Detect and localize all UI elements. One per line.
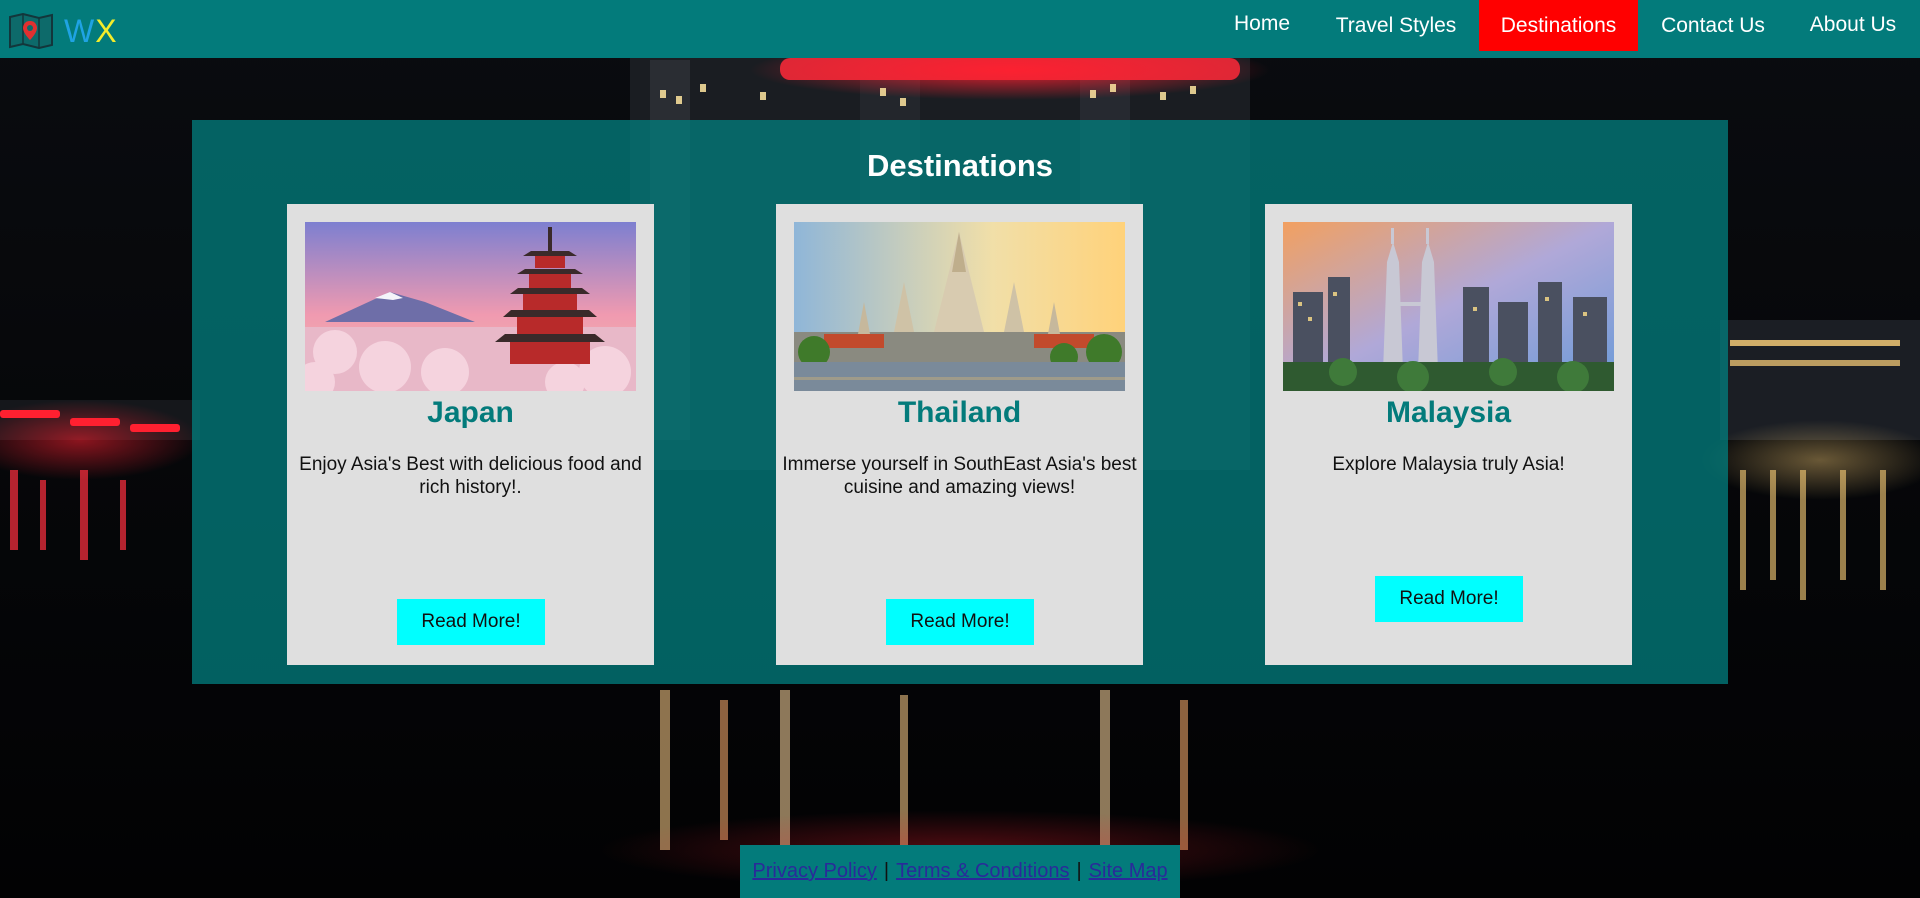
destination-card-japan: Japan Enjoy Asia's Best with delicious f…: [287, 204, 654, 665]
nav-home[interactable]: Home: [1218, 0, 1306, 48]
section-title: Destinations: [866, 148, 1054, 183]
footer-link-site-map[interactable]: Site Map: [1089, 860, 1168, 883]
brand-letter-x: X: [95, 13, 118, 49]
brand-letter-w: W: [64, 13, 96, 49]
footer-separator: |: [883, 860, 890, 882]
card-description: Explore Malaysia truly Asia!: [1332, 454, 1565, 475]
read-more-button-thailand[interactable]: Read More!: [886, 599, 1034, 645]
read-more-button-malaysia[interactable]: Read More!: [1375, 576, 1523, 622]
thailand-temple-image[interactable]: [794, 222, 1125, 391]
brand-name: WX: [64, 13, 118, 49]
destinations-section: Destinations Japan Enjoy Asia's Best wit…: [192, 120, 1728, 684]
footer-separator: |: [1076, 860, 1082, 882]
top-navbar: WX Home Travel Styles Destinations Conta…: [0, 0, 1920, 58]
site-logo[interactable]: WX: [8, 13, 118, 49]
read-more-button-japan[interactable]: Read More!: [397, 599, 545, 645]
footer-link-terms-conditions[interactable]: Terms & Conditions: [896, 860, 1069, 883]
footer: Privacy Policy | Terms & Conditions | Si…: [740, 845, 1180, 898]
card-description: Enjoy Asia's Best with delicious food an…: [299, 454, 642, 498]
map-pin-icon: [9, 13, 53, 49]
card-title: Thailand: [897, 396, 1022, 429]
destination-card-thailand: Thailand Immerse yourself in SouthEast A…: [776, 204, 1143, 665]
malaysia-skyline-image[interactable]: [1283, 222, 1614, 391]
card-title: Malaysia: [1385, 396, 1512, 429]
nav-travel-styles[interactable]: Travel Styles: [1320, 0, 1472, 51]
card-title: Japan: [427, 396, 514, 429]
card-description: Immerse yourself in SouthEast Asia's bes…: [782, 454, 1137, 498]
japan-pagoda-image[interactable]: [305, 222, 636, 391]
footer-link-privacy-policy[interactable]: Privacy Policy: [752, 860, 876, 883]
nav-contact-us[interactable]: Contact Us: [1650, 0, 1776, 51]
nav-about-us[interactable]: About Us: [1800, 0, 1906, 49]
destination-card-malaysia: Malaysia Explore Malaysia truly Asia! Re…: [1265, 204, 1632, 665]
nav-destinations[interactable]: Destinations: [1479, 0, 1638, 51]
